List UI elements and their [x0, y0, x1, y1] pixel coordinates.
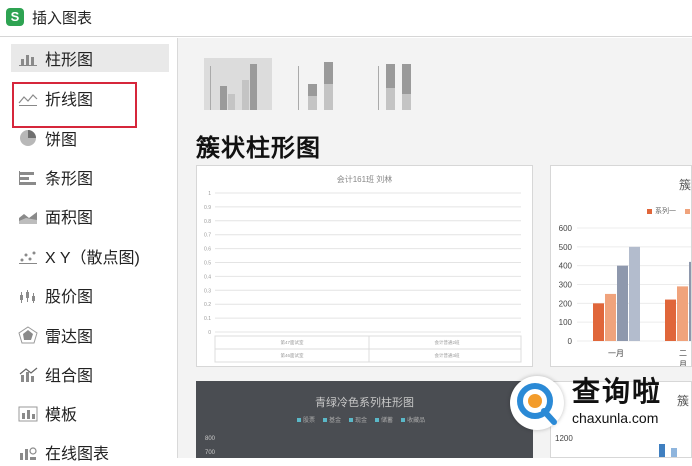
site-watermark: 查询啦 chaxunla.com	[510, 376, 662, 430]
stock-chart-icon	[17, 286, 39, 304]
title-bar: S 插入图表	[0, 0, 692, 34]
sidebar-item-pie[interactable]: 饼图	[11, 124, 169, 152]
y-axis-tick: 100	[559, 318, 573, 327]
y-axis-tick: 300	[559, 281, 573, 290]
y-axis-tick: 0.2	[204, 302, 211, 308]
card-legend: 股票 基金 现金 储蓄 收藏品	[297, 415, 425, 424]
x-axis-label: 二月	[679, 349, 687, 367]
sidebar-item-label: 在线图表	[45, 446, 110, 463]
preview-card-blank[interactable]: 会计161班 刘林 1 0.9 0.8 0.7 0.6 0.5 0.4 0.3 0.2 0.1 0 第…	[196, 165, 533, 367]
y-axis-tick: 0.4	[204, 274, 211, 280]
card-title: 青绿冷色系列柱形图	[315, 397, 414, 409]
bar	[665, 299, 676, 341]
template-icon	[17, 404, 39, 422]
subtype-percent-stacked-column[interactable]	[364, 58, 432, 110]
clustered-column-thumbnail-icon	[210, 64, 257, 110]
legend-label: 收藏品	[401, 415, 425, 424]
x-axis-label: 一月	[608, 349, 624, 358]
sidebar-item-label: 股价图	[45, 289, 94, 306]
y-axis-tick: 400	[559, 262, 573, 271]
y-axis-tick: 800	[205, 436, 216, 442]
legend-label: 股票	[297, 415, 315, 424]
legend-label: 基金	[323, 415, 341, 424]
sidebar-item-label: 模板	[45, 407, 78, 424]
sidebar-item-label: 雷达图	[45, 329, 94, 346]
bar	[629, 246, 640, 341]
subtype-stacked-column[interactable]	[284, 58, 352, 110]
y-axis-tick: 0.3	[204, 288, 211, 294]
y-axis-tick: 0.5	[204, 261, 211, 267]
wps-app-icon: S	[6, 8, 24, 26]
sidebar-item-radar[interactable]: 雷达图	[11, 321, 169, 349]
watermark-domain: chaxunla.com	[572, 410, 659, 426]
data-table-cell: 第47面试室	[280, 339, 304, 346]
title-separator	[0, 36, 692, 37]
sidebar-item-online[interactable]: 在线图表	[11, 438, 169, 466]
sidebar-item-label: 柱形图	[45, 52, 94, 69]
dialog-title: 插入图表	[32, 9, 93, 27]
sidebar-item-scatter[interactable]: X Y（散点图)	[11, 242, 169, 270]
combo-chart-icon	[17, 365, 39, 383]
stacked-column-thumbnail-icon	[298, 62, 333, 110]
y-axis-tick: 0.8	[204, 219, 211, 225]
sidebar-item-label: X Y（散点图)	[45, 250, 140, 267]
sidebar-item-combo[interactable]: 组合图	[11, 360, 169, 388]
colored-bar-chart: 600 500 400 300 200 100 0	[559, 224, 691, 346]
sidebar-item-bar[interactable]: 条形图	[11, 163, 169, 191]
y-axis-tick: 0	[208, 330, 211, 336]
y-axis-tick: 0.7	[204, 233, 211, 239]
chart-subtype-row	[204, 58, 432, 110]
data-table-cell: 会计普通3班	[434, 352, 460, 359]
bar	[593, 303, 604, 341]
pie-chart-icon	[17, 129, 39, 147]
sidebar-item-column[interactable]: 柱形图	[11, 44, 169, 72]
radar-chart-icon	[17, 326, 39, 344]
scatter-chart-icon	[17, 247, 39, 265]
legend-label: 储蓄	[375, 415, 393, 424]
blank-chart-grid: 1 0.9 0.8 0.7 0.6 0.5 0.4 0.3 0.2 0.1 0 第47面试室 会计普通2…	[204, 191, 522, 363]
area-chart-icon	[17, 207, 39, 225]
legend-label: 现金	[349, 415, 367, 424]
y-axis-tick: 600	[559, 224, 573, 233]
y-axis-tick: 700	[205, 450, 216, 456]
bar-chart-icon	[17, 168, 39, 186]
highlight-annotation	[12, 82, 137, 128]
y-axis-tick: 500	[559, 243, 573, 252]
sidebar-item-area[interactable]: 面积图	[11, 202, 169, 230]
magnifier-logo-icon	[510, 376, 564, 430]
bar	[605, 293, 616, 341]
sidebar-item-label: 饼图	[45, 132, 78, 149]
sidebar-item-label: 面积图	[45, 210, 94, 227]
y-axis-tick: 0.1	[204, 316, 211, 322]
y-axis-tick: 200	[559, 299, 573, 308]
sidebar-item-label: 组合图	[45, 368, 94, 385]
preview-card-teal[interactable]: 青绿冷色系列柱形图 股票 基金 现金 储蓄 收藏品 800 700	[196, 381, 533, 458]
watermark-brand: 查询啦	[572, 376, 663, 407]
y-axis-tick: 1	[208, 191, 211, 197]
sidebar-item-label: 条形图	[45, 171, 94, 188]
subtype-clustered-column[interactable]	[204, 58, 272, 110]
preview-card-colored[interactable]: 簇 系列一 600 500 400 300 200 100 0 一月 二月	[550, 165, 692, 367]
sidebar-item-stock[interactable]: 股价图	[11, 281, 169, 309]
data-table-cell: 会计普通2班	[434, 339, 460, 346]
bar	[617, 265, 628, 341]
sidebar-item-template[interactable]: 模板	[11, 399, 169, 427]
data-table-cell: 第46面试室	[280, 352, 304, 359]
y-axis-tick: 0	[568, 337, 573, 346]
column-chart-icon	[17, 49, 39, 67]
percent-stacked-column-thumbnail-icon	[378, 64, 411, 110]
chart-subtype-heading: 簇状柱形图	[196, 135, 321, 162]
y-axis-tick: 0.9	[204, 205, 211, 211]
bar	[677, 286, 688, 341]
online-chart-icon	[17, 443, 39, 461]
y-axis-tick: 0.6	[204, 247, 211, 253]
